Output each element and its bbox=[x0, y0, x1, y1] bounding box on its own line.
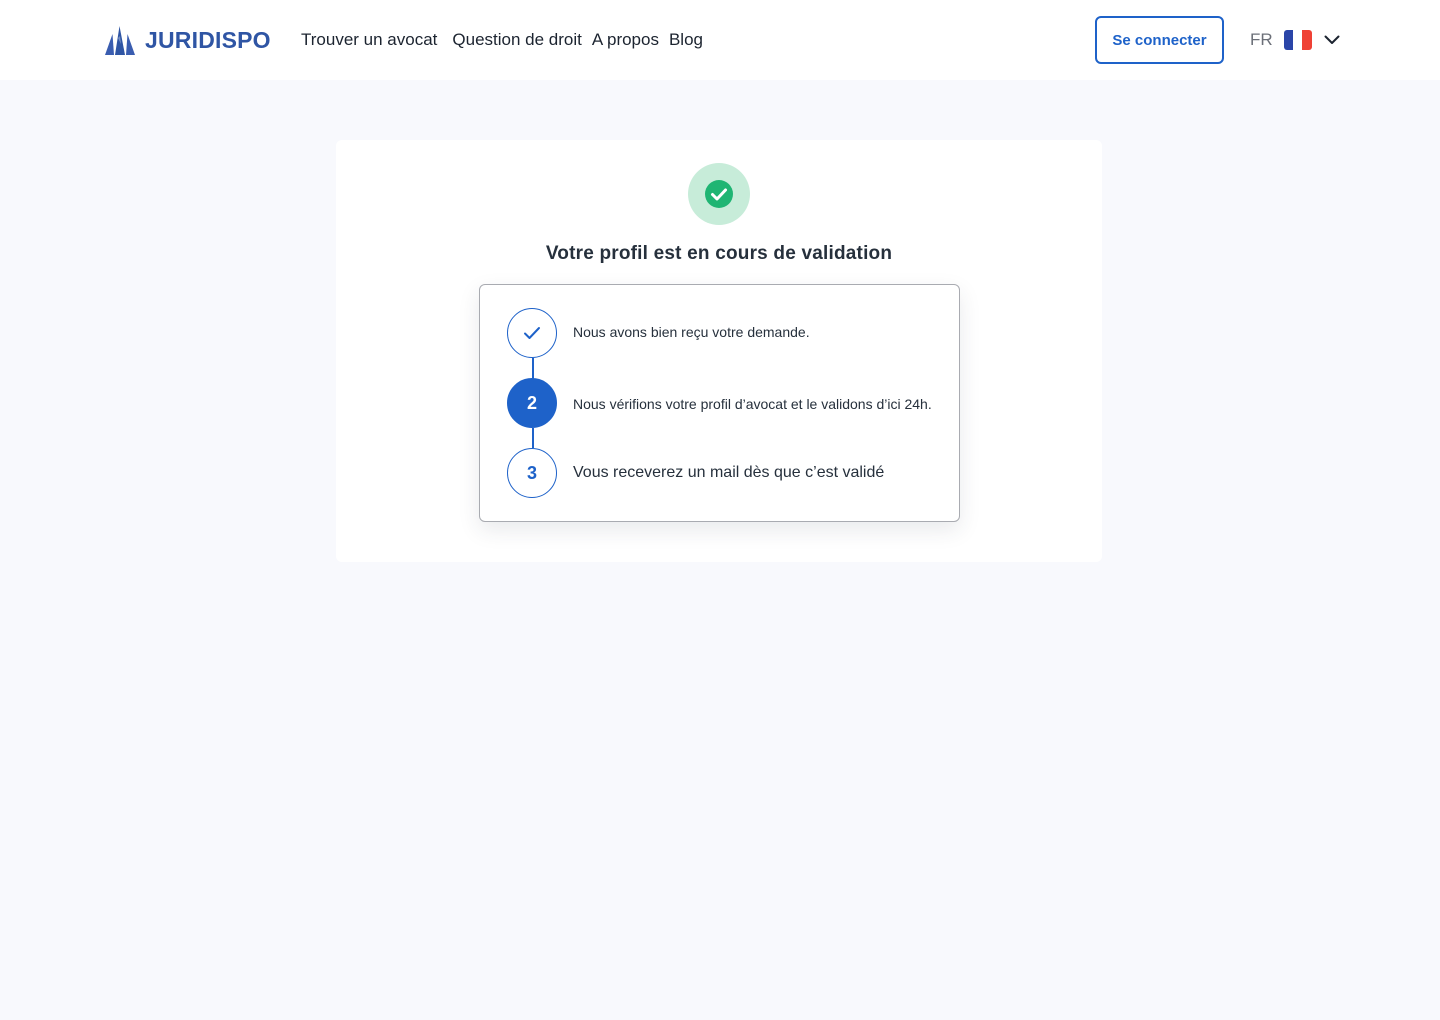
france-flag-icon bbox=[1283, 30, 1312, 50]
validation-card: Votre profil est en cours de validation … bbox=[336, 140, 1102, 562]
step-marker-active: 2 bbox=[507, 378, 557, 428]
nav-link-question-de-droit[interactable]: Question de droit bbox=[452, 29, 581, 51]
step-marker-pending: 3 bbox=[507, 448, 557, 498]
step-connector bbox=[532, 428, 534, 448]
nav-link-a-propos[interactable]: A propos bbox=[592, 29, 659, 51]
validation-steps: Nous avons bien reçu votre demande. 2 No… bbox=[479, 284, 960, 522]
chevron-down-icon bbox=[1324, 35, 1340, 44]
nav-link-blog[interactable]: Blog bbox=[669, 29, 703, 51]
nav-link-trouver-un-avocat[interactable]: Trouver un avocat bbox=[301, 29, 437, 51]
check-icon bbox=[524, 327, 540, 339]
language-code: FR bbox=[1250, 30, 1273, 49]
logo-mark-icon bbox=[105, 26, 135, 55]
step-marker-done bbox=[507, 308, 557, 358]
language-selector[interactable]: FR bbox=[1250, 24, 1340, 56]
step-text: Nous vérifions votre profil d’avocat et … bbox=[573, 396, 932, 412]
main-nav: Trouver un avocat Question de droit A pr… bbox=[301, 29, 703, 51]
success-badge bbox=[688, 163, 750, 225]
page-title: Votre profil est en cours de validation bbox=[545, 243, 893, 264]
logo[interactable]: JURIDISPO bbox=[104, 22, 271, 58]
step-connector bbox=[532, 358, 534, 379]
step-text: Nous avons bien reçu votre demande. bbox=[573, 324, 810, 340]
step-text: Vous receverez un mail dès que c’est val… bbox=[573, 464, 885, 481]
login-button[interactable]: Se connecter bbox=[1095, 16, 1224, 64]
top-navbar: JURIDISPO Trouver un avocat Question de … bbox=[0, 0, 1440, 80]
check-circle-icon bbox=[705, 180, 733, 208]
logo-text: JURIDISPO bbox=[145, 26, 271, 53]
